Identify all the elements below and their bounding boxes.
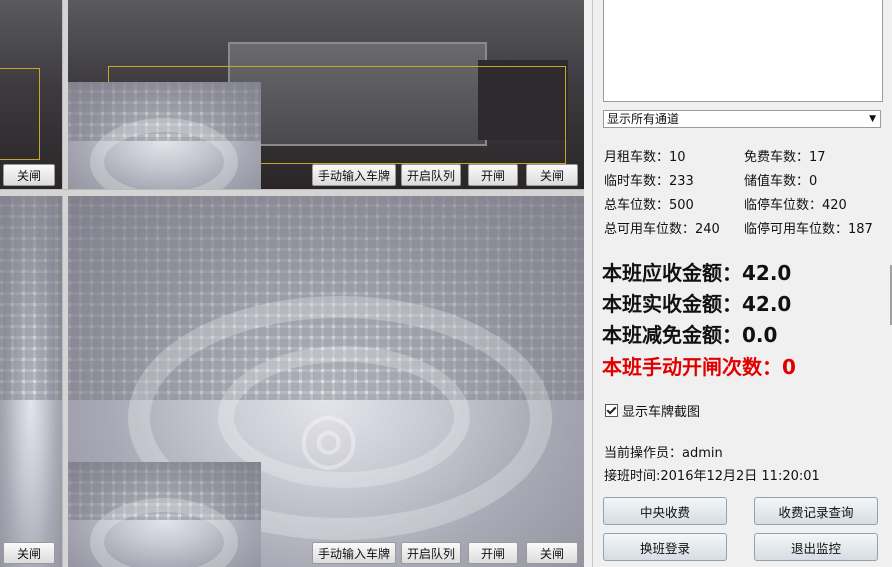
camera-watermark-icon: ◎ (298, 396, 360, 478)
camera-panel-top-main: 手动输入车牌 开启队列 开闸 关闸 (68, 0, 584, 189)
summary-received: 本班实收金额：42.0 (602, 292, 792, 316)
message-list[interactable] (603, 0, 883, 102)
summary-receivable: 本班应收金额：42.0 (602, 261, 792, 285)
detection-box (0, 68, 40, 160)
stat-free-value: 17 (809, 150, 826, 165)
side-panel: 显示所有通道 ▼ 月租车数：10 免费车数：17 临时车数：233 储值车数：0… (592, 0, 892, 567)
shift-start-time: 接班时间:2016年12月2日 11:20:01 (604, 469, 820, 484)
close-gate-button-4[interactable]: 关闸 (526, 542, 578, 564)
chevron-down-icon: ▼ (869, 114, 876, 124)
channel-select[interactable]: 显示所有通道 ▼ (603, 110, 881, 128)
manual-plate-button-2[interactable]: 手动输入车牌 (312, 542, 396, 564)
camera-panel-top-left: 关闸 (0, 0, 62, 189)
stat-free-label: 免费车数： (744, 150, 810, 165)
stat-total-available-value: 240 (695, 222, 720, 237)
open-gate-button-1[interactable]: 开闸 (468, 164, 518, 186)
stat-monthly: 月租车数：10 (604, 146, 686, 165)
stat-stored-label: 储值车数： (744, 174, 810, 189)
show-plate-snapshot-checkbox[interactable]: 显示车牌截图 (605, 401, 700, 420)
summary-waived: 本班减免金额：0.0 (602, 323, 778, 347)
close-gate-button-2[interactable]: 关闸 (526, 164, 578, 186)
current-operator: 当前操作员：admin (604, 446, 723, 461)
stat-temp-spaces-value: 420 (822, 198, 847, 213)
no-signal-placeholder (0, 196, 62, 567)
plate-snapshot-placeholder (68, 462, 261, 567)
channel-select-value: 显示所有通道 (607, 112, 680, 126)
stat-temp-available-label: 临停可用车位数： (744, 222, 849, 237)
exit-monitor-button[interactable]: 退出监控 (754, 533, 878, 561)
stat-total-available: 总可用车位数：240 (604, 218, 720, 237)
summary-manual-open-count: 本班手动开闸次数：0 (602, 355, 796, 379)
open-queue-button-2[interactable]: 开启队列 (401, 542, 461, 564)
stat-total-spaces-label: 总车位数： (604, 198, 670, 213)
camera-panel-bottom-main: ◎ 手动输入车牌 开启队列 开闸 关闸 (68, 196, 584, 567)
stat-temp-spaces: 临停车位数：420 (744, 194, 847, 213)
show-plate-snapshot-label: 显示车牌截图 (622, 405, 701, 420)
stat-temp-available: 临停可用车位数：187 (744, 218, 873, 237)
stat-stored-value: 0 (809, 174, 818, 189)
central-charge-button[interactable]: 中央收费 (603, 497, 727, 525)
stat-monthly-label: 月租车数： (604, 150, 670, 165)
camera-panel-bottom-left: 关闸 (0, 196, 62, 567)
stat-monthly-value: 10 (669, 150, 686, 165)
stat-temp-available-value: 187 (848, 222, 873, 237)
stat-temp-label: 临时车数： (604, 174, 670, 189)
plate-snapshot-placeholder (68, 82, 261, 189)
stat-stored: 储值车数：0 (744, 170, 817, 189)
stat-temp-value: 233 (669, 174, 694, 189)
stat-total-spaces: 总车位数：500 (604, 194, 694, 213)
stat-temp-spaces-label: 临停车位数： (744, 198, 823, 213)
shift-login-button[interactable]: 换班登录 (603, 533, 727, 561)
stat-total-spaces-value: 500 (669, 198, 694, 213)
open-queue-button-1[interactable]: 开启队列 (401, 164, 461, 186)
stat-temp: 临时车数：233 (604, 170, 694, 189)
close-gate-button-1[interactable]: 关闸 (3, 164, 55, 186)
close-gate-button-3[interactable]: 关闸 (3, 542, 55, 564)
stat-free: 免费车数：17 (744, 146, 826, 165)
pixel-pattern (0, 196, 62, 401)
charge-record-query-button[interactable]: 收费记录查询 (754, 497, 878, 525)
checkbox-checked-icon[interactable] (605, 404, 618, 417)
manual-plate-button-1[interactable]: 手动输入车牌 (312, 164, 396, 186)
stat-total-available-label: 总可用车位数： (604, 222, 696, 237)
open-gate-button-2[interactable]: 开闸 (468, 542, 518, 564)
